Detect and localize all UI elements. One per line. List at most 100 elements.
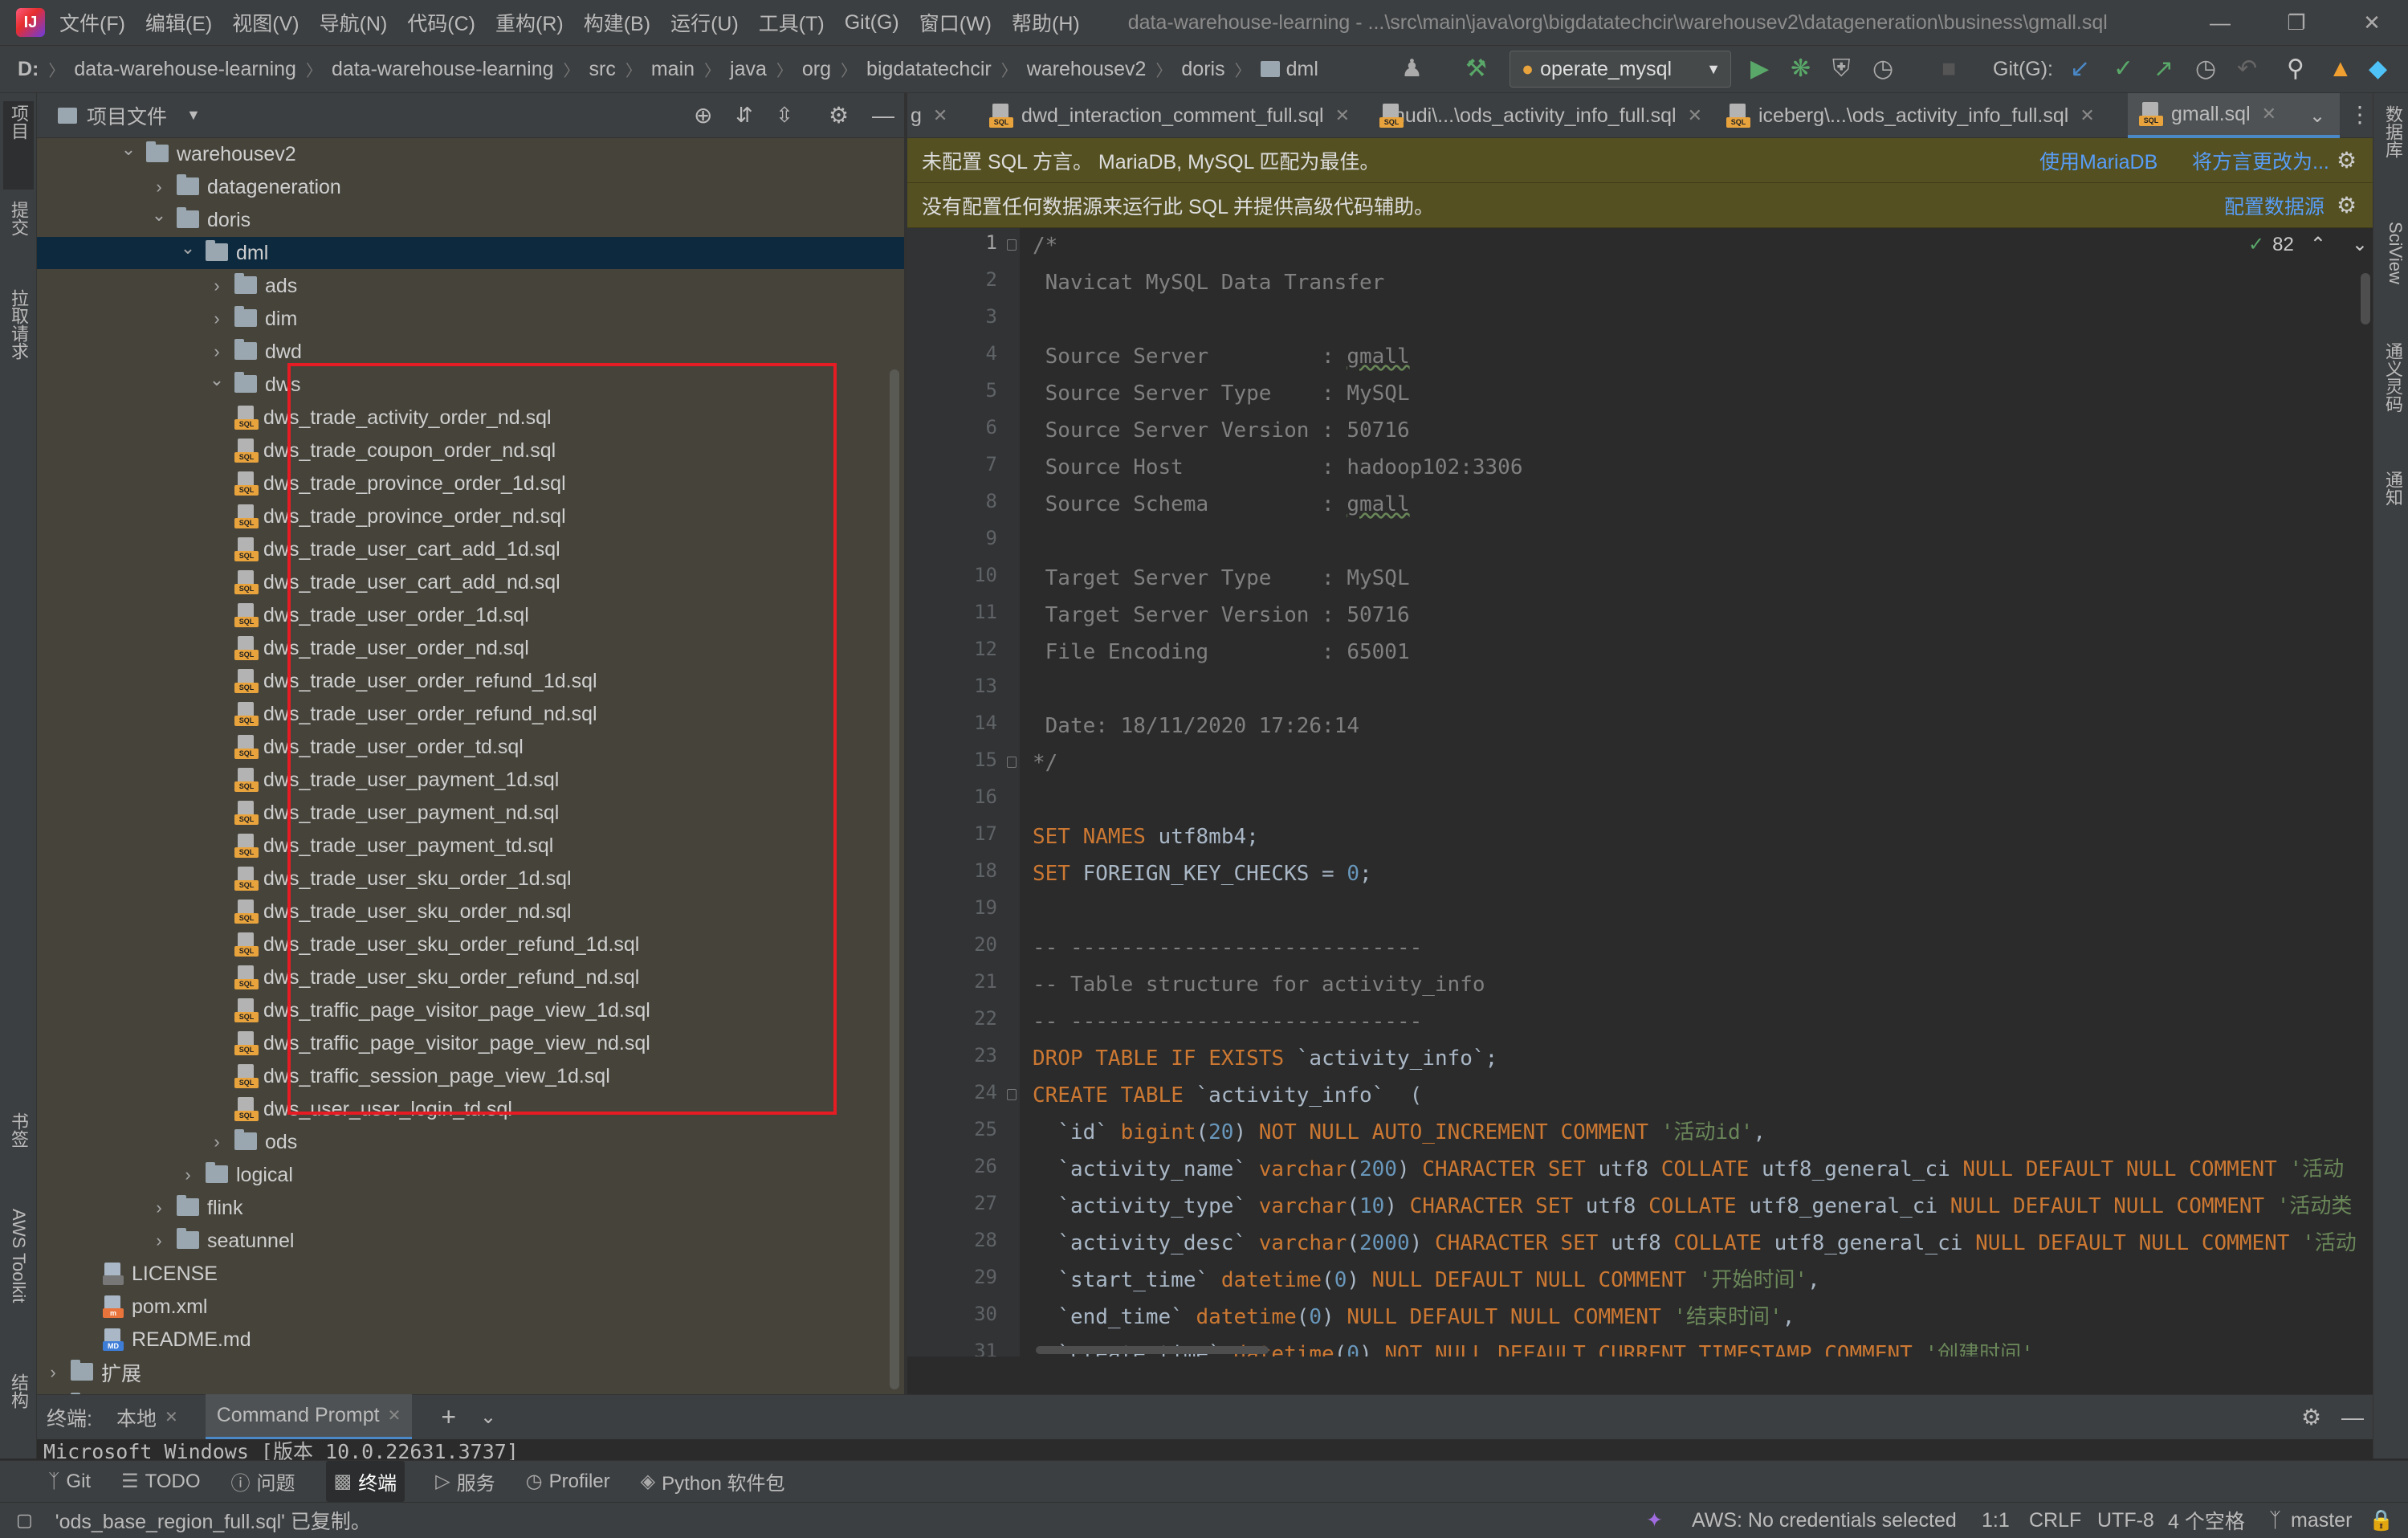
- restore-icon[interactable]: ❐: [2260, 0, 2333, 45]
- breadcrumb-item[interactable]: org: [802, 58, 831, 81]
- bookmarks-tool-tab[interactable]: 书签: [3, 1109, 34, 1189]
- menu-file[interactable]: 文件(F): [59, 8, 125, 37]
- lock-icon[interactable]: 🔒: [2369, 1509, 2394, 1532]
- menu-run[interactable]: 运行(U): [670, 8, 739, 37]
- chevron-down-icon[interactable]: ⌄: [2352, 233, 2368, 256]
- python-packages-tool-button[interactable]: ◈ Python 软件包: [641, 1467, 785, 1495]
- menu-help[interactable]: 帮助(H): [1012, 8, 1080, 37]
- breadcrumb-item[interactable]: D:: [18, 58, 39, 81]
- menu-refactor[interactable]: 重构(R): [495, 8, 564, 37]
- user-icon[interactable]: ♟: [1401, 55, 1423, 84]
- chevron-right-icon[interactable]: ›: [148, 177, 170, 198]
- chevron-right-icon[interactable]: ›: [42, 1362, 64, 1383]
- tree-folder-row[interactable]: › seatunnel: [37, 1225, 904, 1257]
- breadcrumb-item[interactable]: data-warehouse-learning: [74, 58, 296, 81]
- plugin-logo-icon[interactable]: ◆: [2369, 55, 2387, 84]
- panel-toggle-icon[interactable]: ▢: [16, 1510, 33, 1531]
- todo-tool-button[interactable]: ☰ TODO: [121, 1470, 200, 1493]
- menu-view[interactable]: 视图(V): [232, 8, 299, 37]
- add-tab-icon[interactable]: +: [441, 1402, 456, 1432]
- terminal-tab-local[interactable]: 本地 ✕: [116, 1403, 178, 1432]
- editor-tab[interactable]: g ✕: [907, 93, 947, 138]
- chevron-right-icon[interactable]: ›: [206, 275, 228, 296]
- inspection-widget[interactable]: ✓ 82 ⌃ ⌄: [2248, 233, 2368, 256]
- chevron-down-icon[interactable]: ⌄: [117, 139, 140, 160]
- rollback-icon[interactable]: ↶: [2237, 55, 2257, 84]
- tree-folder-row[interactable]: › logical: [37, 1159, 904, 1191]
- close-window-icon[interactable]: ✕: [2336, 0, 2408, 45]
- tree-folder-row[interactable]: ⌄ doris: [37, 204, 904, 236]
- chevron-right-icon[interactable]: ›: [148, 1230, 170, 1251]
- terminal-output[interactable]: Microsoft Windows [版本 10.0.22631.3737]: [37, 1439, 2373, 1460]
- tree-folder-row[interactable]: › datageneration: [37, 171, 904, 203]
- fold-marker-icon[interactable]: [1007, 239, 1017, 251]
- menu-edit[interactable]: 编辑(E): [145, 8, 212, 37]
- git-commit-icon[interactable]: ✓: [2113, 55, 2133, 84]
- chevron-right-icon[interactable]: ›: [206, 308, 228, 329]
- minimize-icon[interactable]: —: [2184, 0, 2256, 45]
- chevron-right-icon[interactable]: ›: [206, 341, 228, 362]
- close-icon[interactable]: ✕: [933, 105, 947, 126]
- chevron-down-icon[interactable]: ⌄: [480, 1405, 496, 1429]
- aws-toolkit-tool-tab[interactable]: AWS Toolkit: [3, 1206, 34, 1346]
- tree-folder-row[interactable]: › dim: [37, 303, 904, 335]
- code-editor[interactable]: /* Navicat MySQL Data Transfer Source Se…: [1020, 228, 2373, 1356]
- configure-datasource-link[interactable]: 配置数据源: [2224, 191, 2324, 220]
- gear-icon[interactable]: ⚙: [2301, 1404, 2321, 1430]
- change-dialect-link[interactable]: 将方言更改为...: [2192, 146, 2329, 175]
- terminal-tab-command-prompt[interactable]: Command Prompt ✕: [205, 1394, 413, 1440]
- close-icon[interactable]: ✕: [1688, 105, 1702, 126]
- breadcrumb-item[interactable]: main: [651, 58, 695, 81]
- close-icon[interactable]: ✕: [2262, 104, 2276, 124]
- git-push-icon[interactable]: ↗: [2153, 55, 2174, 84]
- menu-build[interactable]: 构建(B): [584, 8, 650, 37]
- close-icon[interactable]: ✕: [1335, 105, 1350, 126]
- run-icon[interactable]: ▶: [1750, 55, 1769, 84]
- search-icon[interactable]: ⚲: [2287, 55, 2304, 84]
- expand-all-icon[interactable]: ⇵: [735, 103, 753, 128]
- structure-tool-tab[interactable]: 结构: [3, 1370, 34, 1450]
- project-tree-scrollbar[interactable]: [890, 369, 899, 1389]
- hide-icon[interactable]: —: [872, 103, 894, 129]
- tree-file-row[interactable]: m pom.xml: [37, 1291, 904, 1323]
- more-options-icon[interactable]: ⋮: [2349, 101, 2371, 128]
- menu-git[interactable]: Git(G): [845, 11, 899, 35]
- tree-file-row[interactable]: LICENSE: [37, 1258, 904, 1290]
- tree-folder-row[interactable]: › 扩展: [37, 1356, 904, 1389]
- editor-tab[interactable]: SQL hudi\...\ods_activity_info_full.sql ✕: [1368, 93, 1702, 138]
- fold-marker-icon[interactable]: [1007, 757, 1017, 768]
- gear-icon[interactable]: ⚙: [2337, 147, 2357, 173]
- indent-setting[interactable]: 4 个空格: [2168, 1506, 2245, 1535]
- breadcrumb-item[interactable]: bigdatatechcir: [866, 58, 992, 81]
- git-tool-button[interactable]: ᛉ Git: [48, 1471, 91, 1493]
- git-history-icon[interactable]: ◷: [2195, 55, 2216, 84]
- chevron-down-icon[interactable]: ⌄: [177, 238, 199, 259]
- commit-tool-tab[interactable]: 提交: [3, 198, 34, 278]
- tree-folder-row[interactable]: › ads: [37, 270, 904, 302]
- breadcrumb-item[interactable]: doris: [1181, 58, 1224, 81]
- tree-folder-row[interactable]: ⌄ warehousev2: [37, 138, 904, 170]
- run-configuration-select[interactable]: ● operate_mysql ▼: [1510, 51, 1731, 88]
- use-mariadb-link[interactable]: 使用MariaDB: [2039, 146, 2157, 175]
- git-branch[interactable]: master: [2291, 1509, 2352, 1532]
- collapse-all-icon[interactable]: ⇳: [776, 103, 793, 128]
- editor-scrollbar[interactable]: [2361, 273, 2370, 324]
- breadcrumb-item[interactable]: src: [589, 58, 616, 81]
- sciview-tool-tab[interactable]: SciView: [2377, 222, 2406, 326]
- editor-tab[interactable]: SQL iceberg\...\ods_activity_info_full.sq…: [1715, 93, 2115, 138]
- caret-position[interactable]: 1:1: [1982, 1509, 2010, 1532]
- breadcrumb-item[interactable]: java: [730, 58, 767, 81]
- tree-folder-row[interactable]: ⌄ dml: [37, 237, 904, 269]
- aws-status[interactable]: AWS: No credentials selected: [1692, 1509, 1957, 1532]
- line-separator[interactable]: CRLF: [2029, 1509, 2081, 1532]
- chevron-down-icon[interactable]: ⌄: [206, 369, 228, 390]
- editor-tab[interactable]: SQL gmall.sql ✕: [2128, 93, 2340, 138]
- locate-icon[interactable]: ⊕: [694, 102, 712, 129]
- fold-marker-icon[interactable]: [1007, 1089, 1017, 1100]
- profiler-tool-button[interactable]: ◷ Profiler: [526, 1470, 610, 1493]
- project-tool-tab[interactable]: 项目: [3, 101, 34, 190]
- hide-icon[interactable]: —: [2341, 1405, 2364, 1430]
- file-encoding[interactable]: UTF-8: [2097, 1509, 2154, 1532]
- stop-icon[interactable]: ■: [1941, 55, 1956, 84]
- tree-folder-row[interactable]: › ods: [37, 1126, 904, 1158]
